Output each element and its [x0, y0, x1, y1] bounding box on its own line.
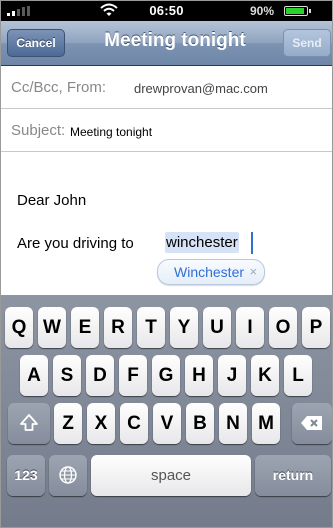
backspace-key[interactable]: [292, 403, 332, 444]
battery-icon: [284, 6, 311, 16]
shift-icon: [20, 414, 38, 431]
key-r[interactable]: R: [104, 307, 132, 348]
send-button[interactable]: Send: [283, 29, 331, 57]
key-d[interactable]: D: [86, 355, 114, 396]
globe-icon: [59, 466, 77, 484]
typed-word-highlight: winchester: [165, 232, 239, 253]
key-b[interactable]: B: [186, 403, 214, 444]
space-key[interactable]: space: [91, 455, 251, 496]
subject-field[interactable]: Subject: Meeting tonight: [1, 109, 332, 152]
key-w[interactable]: W: [38, 307, 66, 348]
key-m[interactable]: M: [252, 403, 280, 444]
typed-word: winchester: [166, 234, 238, 251]
key-i[interactable]: I: [236, 307, 264, 348]
key-c[interactable]: C: [120, 403, 148, 444]
key-h[interactable]: H: [185, 355, 213, 396]
message-body-text[interactable]: Are you driving to: [17, 235, 134, 252]
text-cursor: [251, 232, 253, 254]
battery-percent: 90%: [250, 4, 275, 18]
dismiss-suggestion-icon[interactable]: ×: [249, 260, 257, 284]
key-u[interactable]: U: [203, 307, 231, 348]
key-v[interactable]: V: [153, 403, 181, 444]
numbers-key[interactable]: 123: [7, 455, 45, 496]
suggestion-text: Winchester: [174, 264, 245, 280]
key-q[interactable]: Q: [5, 307, 33, 348]
cc-bcc-from-field[interactable]: Cc/Bcc, From: drewprovan@mac.com: [1, 66, 332, 109]
status-time: 06:50: [149, 3, 184, 18]
shift-key[interactable]: [8, 403, 50, 444]
key-p[interactable]: P: [302, 307, 330, 348]
status-bar: 06:50 90%: [1, 1, 332, 21]
key-x[interactable]: X: [87, 403, 115, 444]
page-title: Meeting tonight: [104, 30, 246, 51]
key-j[interactable]: J: [218, 355, 246, 396]
key-n[interactable]: N: [219, 403, 247, 444]
navigation-bar: Cancel Meeting tonight Send: [1, 21, 332, 66]
message-body-greeting[interactable]: Dear John: [17, 192, 86, 209]
key-k[interactable]: K: [251, 355, 279, 396]
keyboard: 123 space return QWERTYUIOP ASDFGHJKL ZXCV…: [1, 295, 332, 527]
key-o[interactable]: O: [269, 307, 297, 348]
from-address: drewprovan@mac.com: [134, 81, 268, 96]
subject-label: Subject:: [11, 122, 66, 139]
return-key[interactable]: return: [255, 455, 331, 496]
key-y[interactable]: Y: [170, 307, 198, 348]
globe-key[interactable]: [49, 455, 87, 496]
key-g[interactable]: G: [152, 355, 180, 396]
cc-bcc-from-label: Cc/Bcc, From:: [11, 79, 107, 96]
subject-value: Meeting tonight: [70, 125, 153, 139]
key-f[interactable]: F: [119, 355, 147, 396]
backspace-icon: [301, 416, 322, 430]
key-l[interactable]: L: [284, 355, 312, 396]
cancel-button[interactable]: Cancel: [7, 29, 65, 57]
mail-compose-screen: 06:50 90% Cancel Meeting tonight Send Cc…: [0, 0, 333, 528]
autocorrect-suggestion[interactable]: Winchester ×: [157, 259, 266, 285]
key-s[interactable]: S: [53, 355, 81, 396]
key-z[interactable]: Z: [54, 403, 82, 444]
key-e[interactable]: E: [71, 307, 99, 348]
key-a[interactable]: A: [20, 355, 48, 396]
key-t[interactable]: T: [137, 307, 165, 348]
